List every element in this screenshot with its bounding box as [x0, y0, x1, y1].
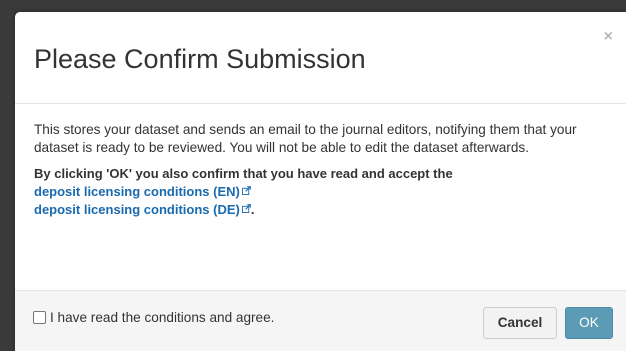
- agree-checkbox-wrapper[interactable]: I have read the conditions and agree.: [33, 310, 274, 325]
- agree-checkbox[interactable]: [33, 311, 46, 324]
- confirm-statement: By clicking 'OK' you also confirm that y…: [34, 166, 453, 181]
- submission-description: This stores your dataset and sends an em…: [34, 122, 577, 155]
- dialog-title: Please Confirm Submission: [34, 44, 366, 74]
- close-button[interactable]: ×: [604, 29, 613, 45]
- agree-label: I have read the conditions and agree.: [50, 310, 275, 325]
- confirm-submission-dialog: Please Confirm Submission × This stores …: [15, 12, 626, 351]
- dialog-footer: I have read the conditions and agree. Ca…: [15, 290, 626, 351]
- licensing-link-de[interactable]: deposit licensing conditions (DE): [34, 202, 251, 217]
- external-link-icon: [241, 186, 251, 195]
- link-de-suffix: .: [250, 202, 255, 217]
- dialog-header: Please Confirm Submission ×: [15, 12, 626, 104]
- link-line-en: deposit licensing conditions (EN): [34, 183, 618, 201]
- licensing-link-en-label: deposit licensing conditions (EN): [34, 184, 240, 199]
- ok-button[interactable]: OK: [565, 307, 613, 339]
- external-link-icon: [241, 204, 251, 213]
- link-line-de: deposit licensing conditions (DE).: [34, 201, 618, 219]
- licensing-link-en[interactable]: deposit licensing conditions (EN): [34, 184, 251, 199]
- licensing-link-de-label: deposit licensing conditions (DE): [34, 202, 240, 217]
- dialog-body: This stores your dataset and sends an em…: [34, 121, 618, 219]
- cancel-button[interactable]: Cancel: [483, 307, 557, 339]
